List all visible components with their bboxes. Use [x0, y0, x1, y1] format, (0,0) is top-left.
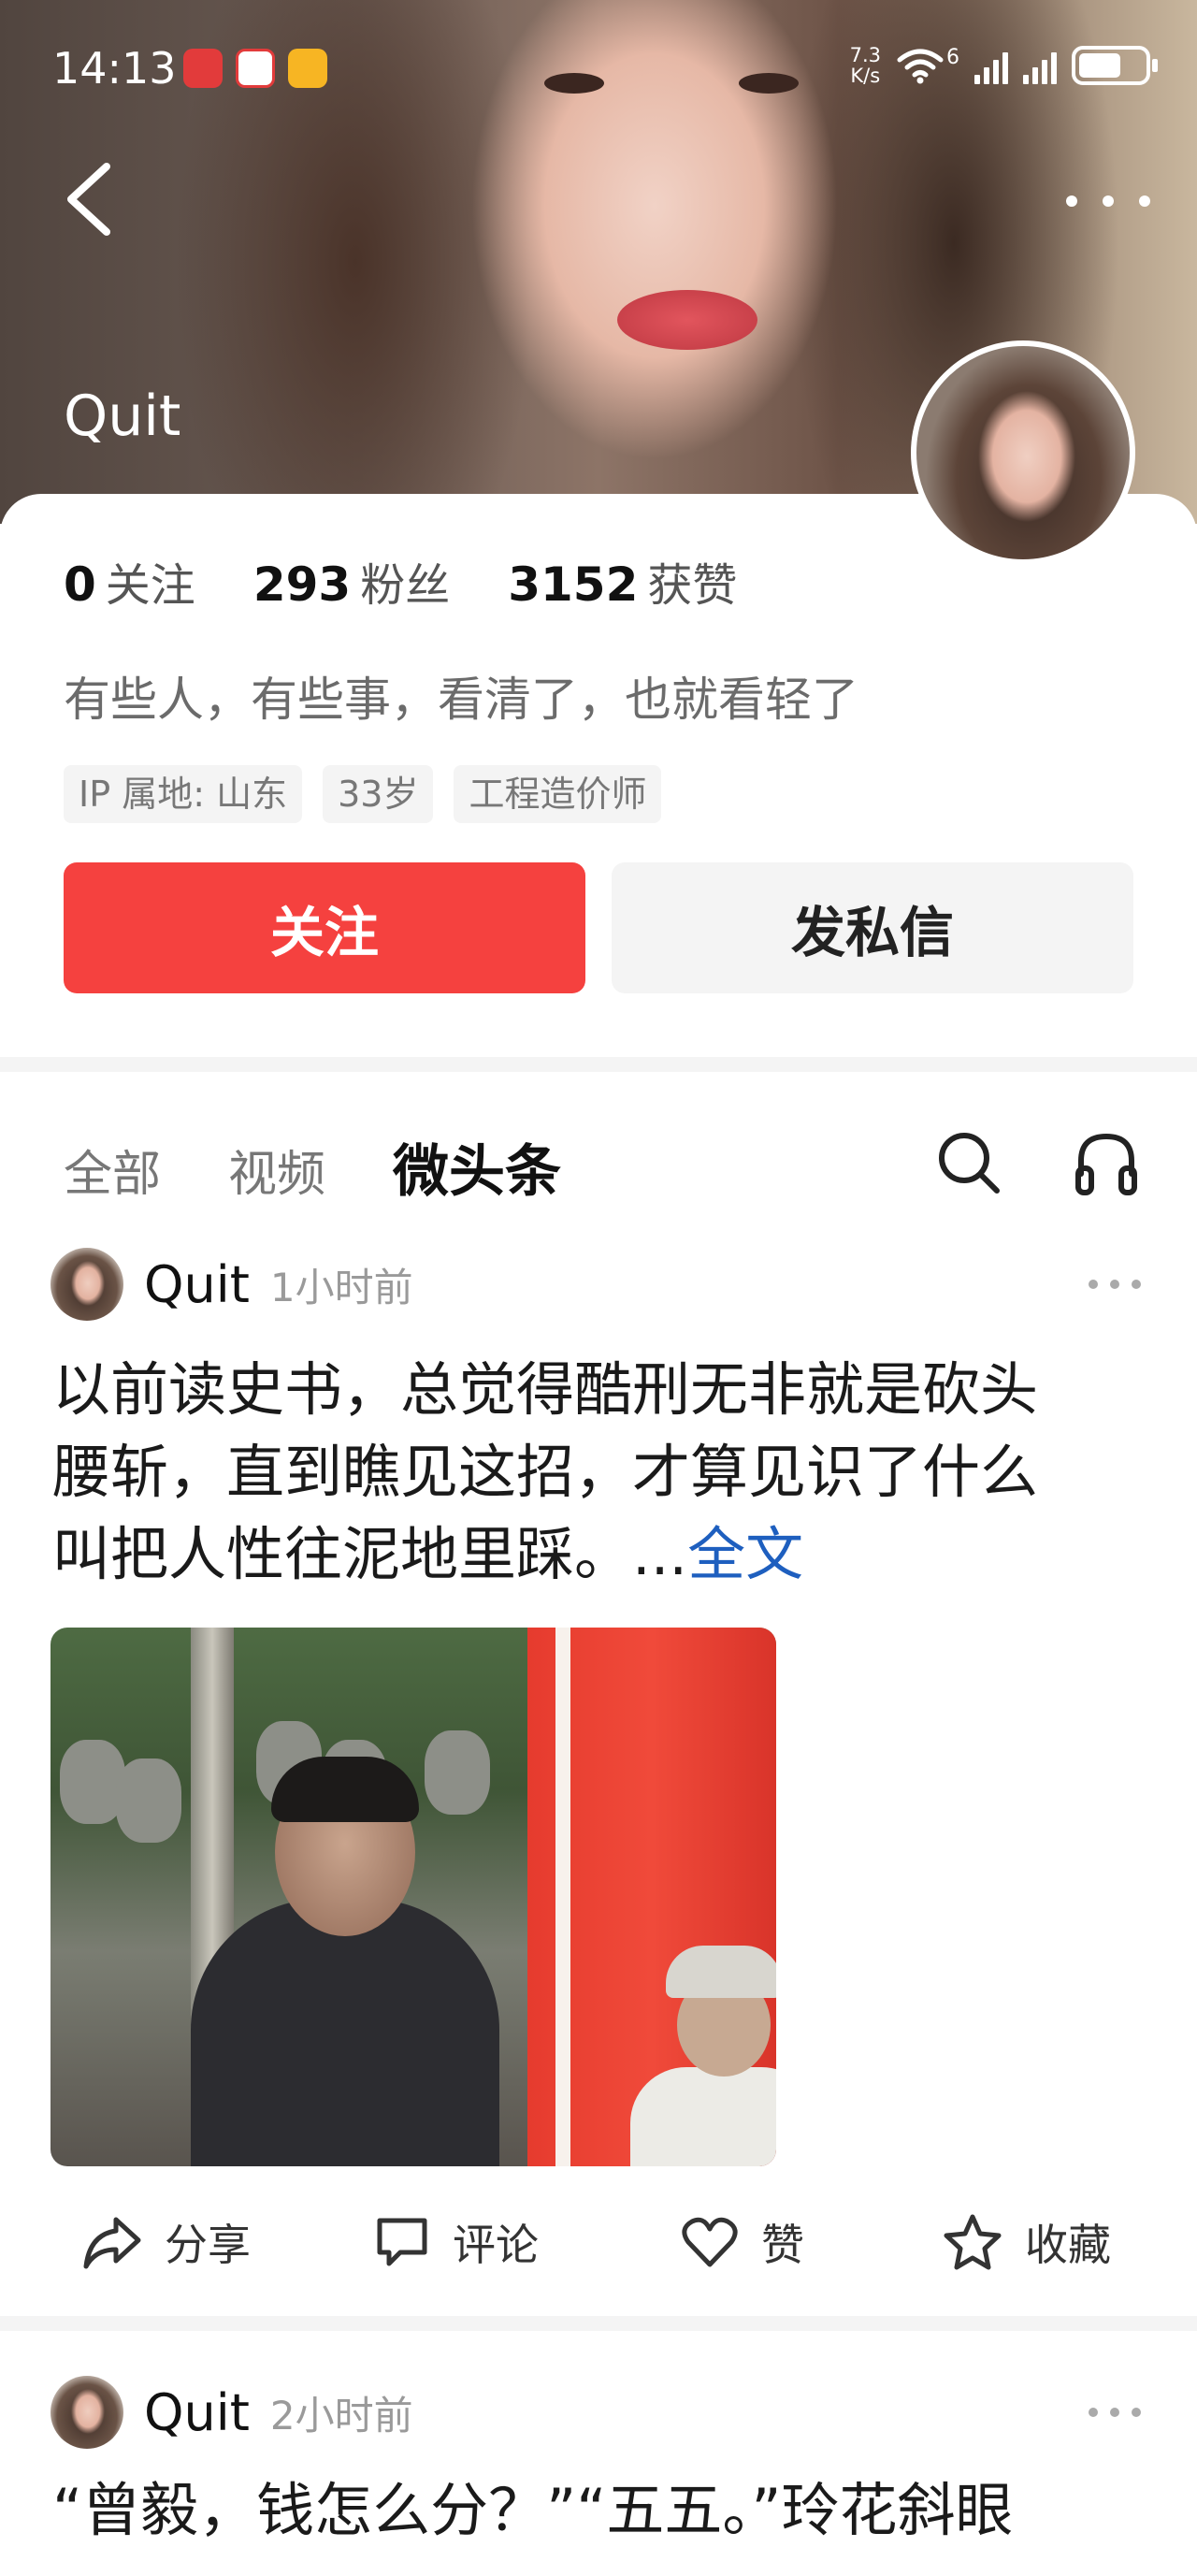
post-time: 2小时前	[269, 2392, 413, 2439]
headphones-icon[interactable]	[1074, 1127, 1139, 1198]
status-indicators: 7.3 K/s 6	[850, 45, 1158, 86]
share-icon	[83, 2217, 141, 2269]
follow-button[interactable]: 关注	[64, 862, 585, 993]
message-button[interactable]: 发私信	[612, 862, 1133, 993]
profile-avatar[interactable]	[911, 340, 1135, 565]
image-man-hair	[271, 1757, 419, 1822]
comment-label: 评论	[453, 2220, 539, 2270]
favorite-button[interactable]: 收藏	[943, 2200, 1111, 2284]
signal-strength-1-icon	[974, 47, 1008, 84]
stat-following[interactable]: 0 关注	[64, 548, 195, 614]
tab-micro-headline[interactable]: 微头条	[393, 1126, 561, 1208]
heart-icon	[682, 2217, 738, 2267]
more-horizontal-icon[interactable]	[1066, 178, 1150, 224]
profile-bio: 有些人，有些事，看清了，也就看轻了	[64, 673, 858, 727]
status-time: 14:13	[52, 43, 177, 94]
post-header: Quit 2小时前	[50, 2376, 413, 2449]
battery-icon	[1072, 46, 1158, 85]
stat-likes[interactable]: 3152 获赞	[508, 548, 737, 614]
image-soldier	[425, 1730, 490, 1815]
stat-likes-count: 3152	[508, 557, 639, 612]
tag-age: 33岁	[323, 765, 434, 823]
stat-followers[interactable]: 293 粉丝	[253, 548, 450, 614]
post-text-line: 以前读史书，总觉得酷刑无非就是砍头	[52, 1355, 1039, 1424]
image-soldier-cap	[666, 1946, 776, 1998]
share-button[interactable]: 分享	[82, 2200, 251, 2284]
post-actions: 分享 评论 赞 收藏	[0, 2200, 1197, 2284]
net-speed-unit: K/s	[850, 65, 881, 87]
image-man-coat	[191, 1899, 499, 2166]
stat-followers-count: 293	[252, 557, 352, 612]
net-speed: 7.3 K/s	[850, 45, 881, 86]
post-text[interactable]: “曾毅，钱怎么分？”“五五。”玲花斜眼	[52, 2469, 1175, 2572]
post-divider	[0, 2316, 1197, 2331]
signal-strength-2-icon	[1023, 47, 1057, 84]
comment-icon	[377, 2218, 427, 2266]
avatar[interactable]	[50, 1248, 123, 1321]
profile-tags: IP 属地: 山东 33岁 工程造价师	[64, 765, 662, 823]
post-more-icon[interactable]	[1089, 2408, 1141, 2421]
comment-button[interactable]: 评论	[374, 2200, 539, 2284]
post-text-line-end: 叫把人性往泥地里踩。...	[52, 1520, 688, 1588]
content-tabs: 全部 视频 微头条	[64, 1126, 561, 1208]
chevron-left-icon[interactable]	[58, 157, 123, 241]
like-button[interactable]: 赞	[681, 2200, 804, 2284]
app-icon-red	[183, 49, 223, 88]
profile-stats: 0 关注 293 粉丝 3152 获赞	[64, 548, 795, 614]
like-label: 赞	[761, 2220, 804, 2270]
post-text[interactable]: 以前读史书，总觉得酷刑无非就是砍头 腰斩，直到瞧见这招，才算见识了什么 叫把人性…	[52, 1349, 1147, 1596]
stat-following-label: 关注	[105, 559, 195, 612]
post-text-line: 叫把人性往泥地里踩。...全文	[52, 1513, 1147, 1596]
tab-video[interactable]: 视频	[228, 1135, 325, 1205]
post-time: 1小时前	[269, 1264, 413, 1310]
stat-likes-label: 获赞	[647, 559, 738, 612]
stat-followers-label: 粉丝	[360, 559, 451, 612]
avatar[interactable]	[50, 2376, 123, 2449]
profile-name: Quit	[64, 384, 181, 449]
section-divider	[0, 1057, 1197, 1072]
tag-occupation: 工程造价师	[454, 765, 662, 823]
profile-page: 14:13 7.3 K/s 6 Quit 0 关注 293 粉丝 3152 获赞…	[0, 0, 1197, 2576]
read-more-link[interactable]: 全文	[687, 1520, 803, 1588]
net-speed-value: 7.3	[849, 44, 881, 66]
post-author[interactable]: Quit	[144, 1255, 250, 1314]
pay-app-icon	[236, 49, 275, 88]
stat-following-count: 0	[64, 557, 96, 612]
post-text-line: 腰斩，直到瞧见这招，才算见识了什么	[52, 1438, 1039, 1506]
image-soldier	[116, 1758, 181, 1843]
status-app-icons	[183, 49, 327, 88]
network-type: 6	[946, 45, 959, 69]
post-author[interactable]: Quit	[144, 2383, 250, 2442]
post-header: Quit 1小时前	[50, 1248, 413, 1321]
star-icon	[944, 2214, 1002, 2270]
favorite-label: 收藏	[1025, 2220, 1111, 2270]
post-text-line: “曾毅，钱怎么分？”“五五。”玲花斜眼	[52, 2476, 1014, 2544]
status-bar: 14:13 7.3 K/s 6	[0, 0, 1197, 140]
yellow-app-icon	[288, 49, 327, 88]
image-soldier-body	[630, 2067, 776, 2166]
share-label: 分享	[165, 2220, 251, 2270]
tab-all[interactable]: 全部	[64, 1135, 161, 1205]
image-flag-edge	[555, 1628, 570, 2166]
wifi-icon	[897, 49, 944, 84]
search-icon[interactable]	[933, 1127, 1004, 1198]
tag-ip-location: IP 属地: 山东	[64, 765, 303, 823]
banner-lips	[617, 290, 757, 350]
post-image[interactable]	[50, 1628, 776, 2166]
post-more-icon[interactable]	[1089, 1280, 1141, 1293]
